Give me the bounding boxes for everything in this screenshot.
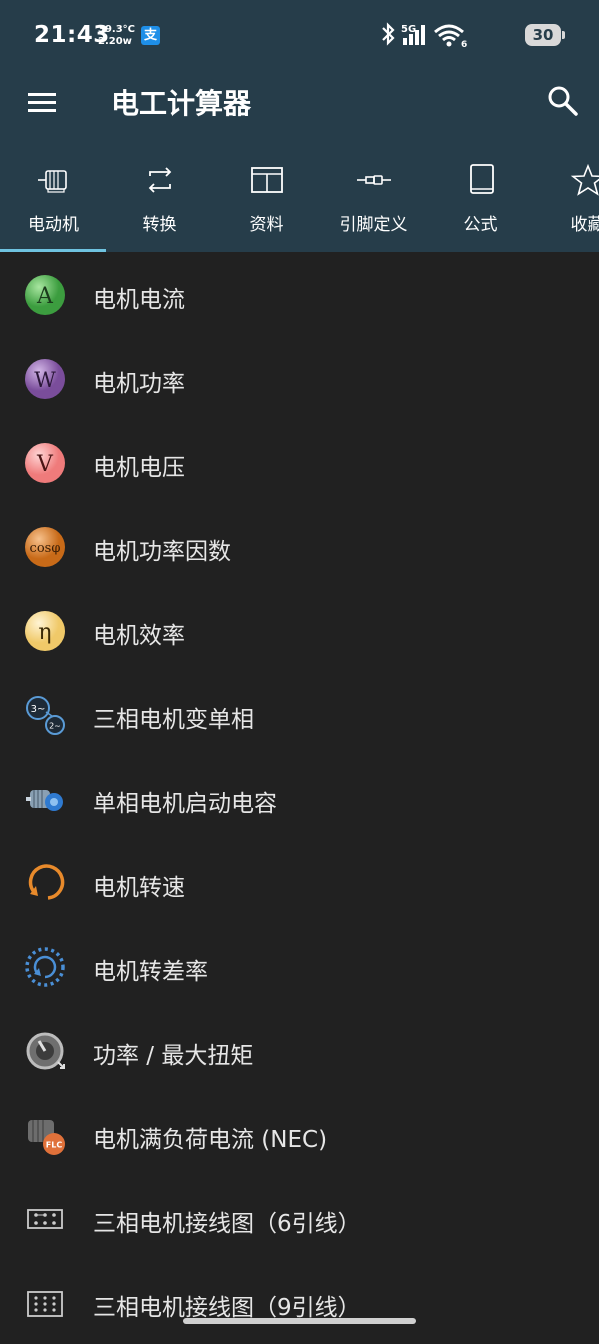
cable-icon bbox=[357, 175, 391, 185]
svg-text:5G: 5G bbox=[401, 24, 416, 35]
status-icons: 5G 6 bbox=[382, 22, 467, 50]
svg-text:W: W bbox=[34, 368, 56, 392]
item-label: 三相电机接线图（9引线） bbox=[93, 1295, 361, 1321]
tab-label: 收藏 bbox=[570, 215, 599, 235]
list-item[interactable]: 三相电机接线图（6引线） bbox=[0, 1176, 599, 1260]
app-title: 电工计算器 bbox=[111, 87, 252, 120]
svg-text:6: 6 bbox=[461, 40, 467, 50]
svg-text:FLC: FLC bbox=[46, 1141, 63, 1150]
list-item[interactable]: cosφ 电机功率因数 bbox=[0, 504, 599, 588]
status-meta: 39.3°C 2.20w bbox=[98, 24, 135, 48]
bluetooth-icon bbox=[382, 22, 395, 46]
battery-cap bbox=[562, 31, 565, 39]
battery-icon: 30 bbox=[525, 24, 561, 46]
wiring-9-icon bbox=[27, 1291, 63, 1317]
item-label: 电机转差率 bbox=[93, 959, 208, 985]
status-speed: 2.20w bbox=[98, 36, 132, 47]
item-label: 电机电压 bbox=[93, 455, 185, 481]
motor-icon bbox=[38, 170, 67, 193]
tab-motor[interactable]: 电动机 bbox=[0, 158, 107, 252]
list-item[interactable]: V 电机电压 bbox=[0, 420, 599, 504]
svg-text:A: A bbox=[36, 284, 54, 309]
gesture-nav-bar[interactable] bbox=[183, 1318, 416, 1324]
item-label: 电机满负荷电流 (NEC) bbox=[93, 1127, 328, 1153]
item-label: 电机功率因数 bbox=[93, 539, 231, 565]
header-area: 21:43 39.3°C 2.20w 支 5G 6 30 电工计算器 电动机 转… bbox=[0, 0, 599, 252]
power-w-icon: W bbox=[25, 359, 65, 399]
tab-label: 引脚定义 bbox=[339, 215, 408, 235]
search-icon[interactable] bbox=[546, 84, 580, 118]
item-label: 电机效率 bbox=[93, 623, 185, 649]
item-label: 电机功率 bbox=[93, 371, 185, 397]
star-icon bbox=[570, 163, 599, 196]
tab-favorites[interactable]: 收藏 bbox=[534, 158, 599, 252]
book-icon bbox=[470, 164, 494, 194]
item-label: 三相电机接线图（6引线） bbox=[93, 1211, 361, 1237]
dotted-rotation-icon bbox=[25, 947, 65, 987]
svg-text:3~: 3~ bbox=[31, 704, 46, 715]
svg-text:cosφ: cosφ bbox=[30, 541, 61, 556]
tab-pinout[interactable]: 引脚定义 bbox=[320, 158, 427, 252]
svg-text:V: V bbox=[36, 452, 54, 477]
tab-label: 公式 bbox=[463, 215, 498, 235]
list-item[interactable]: 三相电机接线图（9引线） bbox=[0, 1260, 599, 1344]
tab-label: 电动机 bbox=[28, 215, 79, 235]
motor-capacitor-icon bbox=[26, 790, 63, 811]
signal-icon: 5G bbox=[401, 24, 425, 45]
tab-reference[interactable]: 资料 bbox=[213, 158, 320, 252]
convert-icon bbox=[148, 167, 172, 193]
menu-icon[interactable] bbox=[26, 86, 60, 120]
phase-convert-icon: 3~ 2~ bbox=[26, 696, 65, 735]
svg-text:2~: 2~ bbox=[49, 722, 61, 731]
wifi-icon: 6 bbox=[434, 24, 467, 50]
status-temp: 39.3°C bbox=[98, 24, 136, 35]
cos-phi-icon: cosφ bbox=[25, 527, 65, 567]
list-item[interactable]: A 电机电流 bbox=[0, 252, 599, 336]
list-item[interactable]: 3~ 2~ 三相电机变单相 bbox=[0, 672, 599, 756]
item-label: 功率 / 最大扭矩 bbox=[93, 1043, 254, 1069]
list-item[interactable]: 单相电机启动电容 bbox=[0, 756, 599, 840]
wiring-6-icon bbox=[27, 1209, 63, 1229]
item-label: 三相电机变单相 bbox=[93, 707, 254, 733]
tab-label: 资料 bbox=[249, 215, 284, 235]
list-item[interactable]: FLC 电机满负荷电流 (NEC) bbox=[0, 1092, 599, 1176]
torque-icon bbox=[26, 1032, 65, 1070]
item-label: 电机电流 bbox=[93, 287, 185, 313]
app-bar: 电工计算器 bbox=[0, 72, 599, 132]
flc-motor-icon: FLC bbox=[28, 1120, 65, 1155]
list-item[interactable]: 功率 / 最大扭矩 bbox=[0, 1008, 599, 1092]
list-item[interactable]: W 电机功率 bbox=[0, 336, 599, 420]
item-label: 电机转速 bbox=[93, 875, 185, 901]
status-bar: 21:43 39.3°C 2.20w 支 5G 6 30 bbox=[0, 0, 599, 72]
rotation-arrow-icon bbox=[28, 864, 65, 900]
tab-bar: 电动机 转换 资料 引脚定义 公式 收藏 bbox=[0, 158, 599, 252]
tab-label: 转换 bbox=[142, 215, 177, 235]
voltage-v-icon: V bbox=[25, 443, 65, 483]
tab-formula[interactable]: 公式 bbox=[427, 158, 534, 252]
efficiency-eta-icon: η bbox=[25, 611, 65, 651]
svg-text:η: η bbox=[38, 620, 51, 645]
list-item[interactable]: 电机转差率 bbox=[0, 924, 599, 1008]
list-item[interactable]: η 电机效率 bbox=[0, 588, 599, 672]
item-label: 单相电机启动电容 bbox=[93, 791, 277, 817]
tab-convert[interactable]: 转换 bbox=[106, 158, 213, 252]
current-a-icon: A bbox=[25, 275, 65, 315]
list-item[interactable]: 电机转速 bbox=[0, 840, 599, 924]
table-icon bbox=[251, 167, 283, 193]
alipay-icon: 支 bbox=[141, 26, 160, 45]
